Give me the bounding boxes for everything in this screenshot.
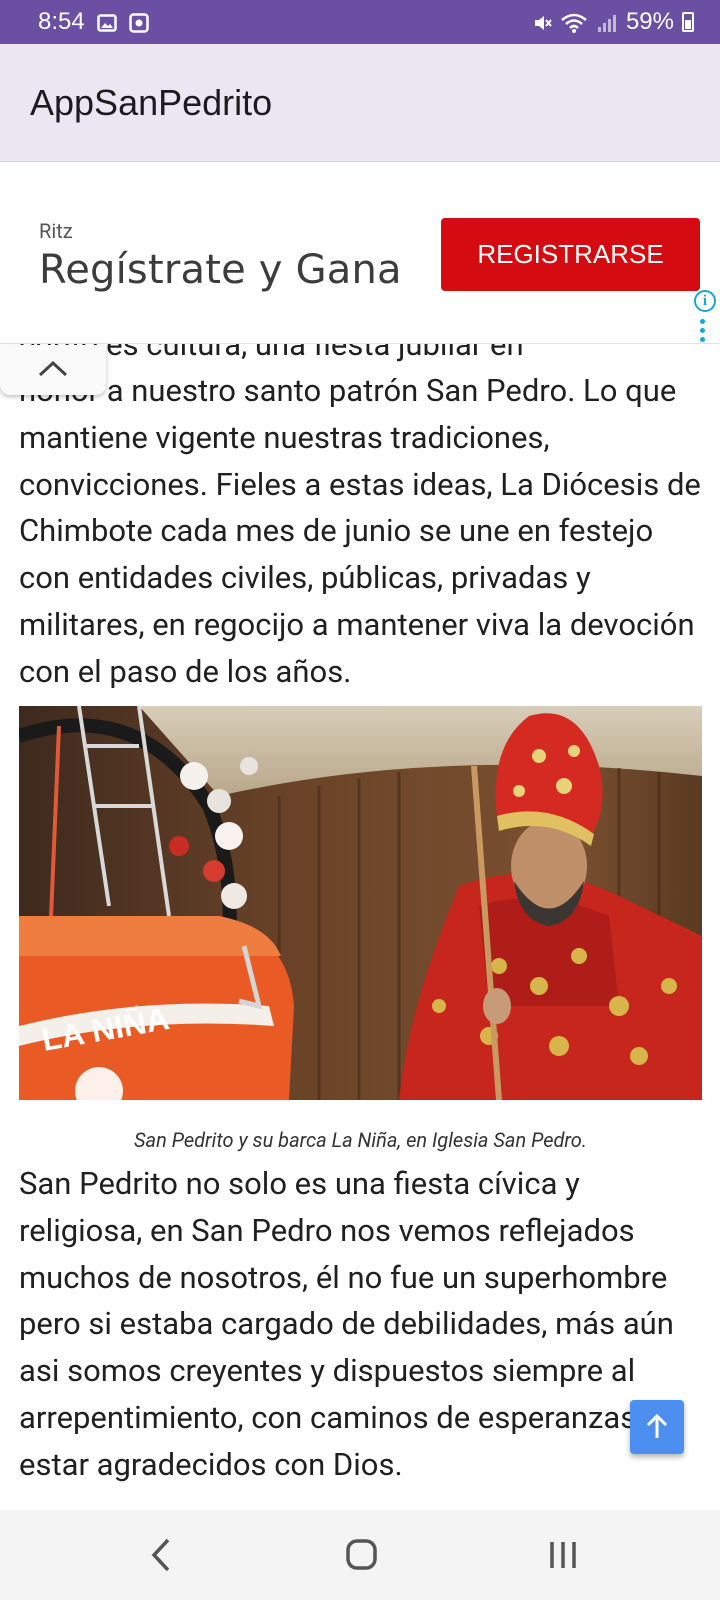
back-icon[interactable] bbox=[151, 1538, 170, 1572]
app-bar: AppSanPedrito bbox=[0, 44, 720, 162]
status-bar: 8:54 59% bbox=[0, 0, 720, 44]
ad-banner[interactable]: Ritz Regístrate y Gana REGISTRARSE i bbox=[0, 163, 720, 344]
ad-menu-icon[interactable] bbox=[700, 319, 708, 342]
article-image: LA NIÑA bbox=[19, 706, 702, 1100]
recents-icon[interactable] bbox=[550, 1542, 576, 1568]
arrow-up-icon bbox=[646, 1413, 668, 1438]
ad-info-icon[interactable]: i bbox=[694, 290, 716, 312]
wifi-icon bbox=[560, 12, 588, 33]
app-title: AppSanPedrito bbox=[30, 82, 273, 123]
battery-icon bbox=[682, 12, 694, 32]
signal-icon bbox=[596, 12, 618, 32]
record-icon bbox=[128, 12, 149, 33]
status-right: 59% bbox=[532, 8, 694, 36]
collapse-ad-button[interactable] bbox=[0, 345, 106, 395]
status-left: 8:54 bbox=[38, 8, 149, 36]
mute-icon bbox=[532, 12, 552, 32]
ad-headline[interactable]: Regístrate y Gana bbox=[39, 247, 402, 293]
register-button[interactable]: REGISTRARSE bbox=[441, 218, 700, 291]
article-paragraph-1: honor a nuestro santo patrón San Pedro. … bbox=[19, 372, 701, 690]
system-nav-bar bbox=[0, 1510, 720, 1600]
home-icon[interactable] bbox=[346, 1539, 377, 1570]
article-paragraph-2: San Pedrito no solo es una fiesta cívica… bbox=[19, 1165, 674, 1483]
battery-percent: 59% bbox=[625, 8, 674, 35]
image-caption: San Pedrito y su barca La Niña, en Igles… bbox=[134, 1128, 587, 1152]
scroll-to-top-button[interactable] bbox=[630, 1400, 684, 1454]
chevron-up-icon bbox=[38, 360, 68, 377]
image-icon bbox=[96, 12, 117, 32]
status-time: 8:54 bbox=[38, 8, 85, 35]
ad-brand: Ritz bbox=[39, 219, 73, 243]
